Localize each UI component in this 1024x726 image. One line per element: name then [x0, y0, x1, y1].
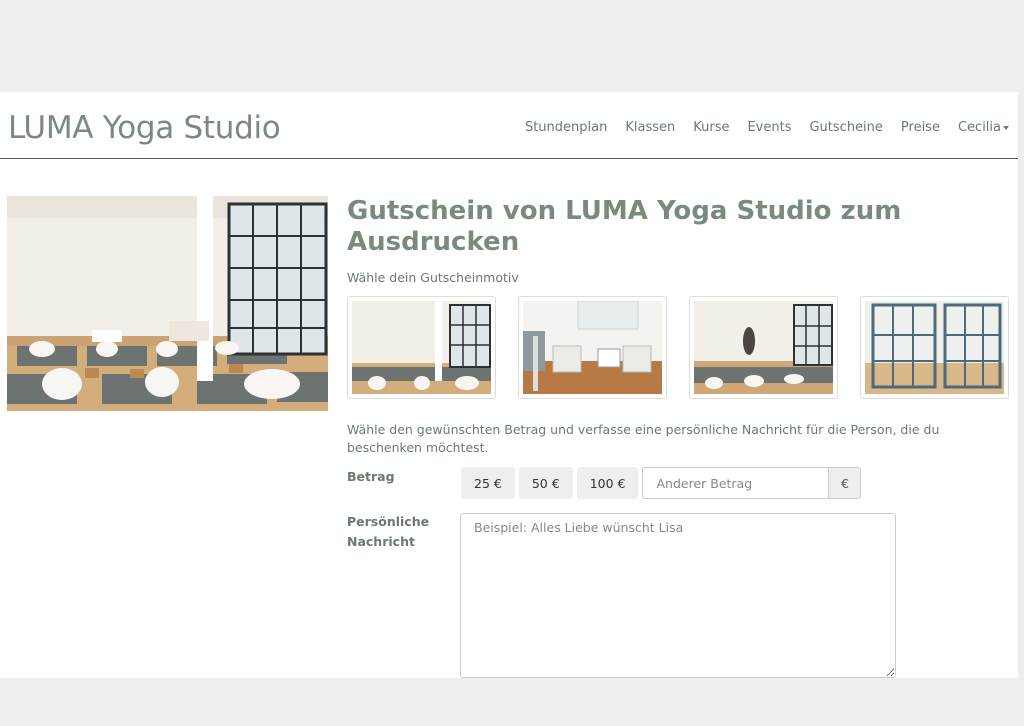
voucher-description: Wähle den gewünschten Betrag und verfass… — [347, 422, 940, 455]
other-amount-input[interactable] — [642, 467, 829, 499]
caret-down-icon — [1003, 125, 1009, 130]
navbar: LUMA Yoga Studio Stundenplan Klassen Kur… — [0, 92, 1018, 159]
motif-thumb-1[interactable] — [347, 296, 496, 399]
motif-thumb-3[interactable] — [689, 296, 838, 399]
message-label-line2: Nachricht — [347, 534, 415, 549]
motif-thumbnails — [347, 296, 1009, 399]
page-title: Gutschein von LUMA Yoga Studio zum Ausdr… — [347, 196, 902, 257]
motif-thumb-2[interactable] — [518, 296, 667, 399]
amount-50-button[interactable]: 50 € — [518, 467, 573, 499]
user-name: Cecilia — [957, 120, 1001, 135]
nav-stundenplan[interactable]: Stundenplan — [525, 120, 607, 135]
amount-selector: 25 € 50 € 100 € € — [461, 467, 862, 499]
amount-label: Betrag — [347, 469, 395, 484]
nav-kurse[interactable]: Kurse — [693, 120, 729, 135]
motif-subtitle: Wähle dein Gutscheinmotiv — [347, 270, 519, 285]
amount-25-button[interactable]: 25 € — [461, 467, 515, 499]
motif-thumb-4[interactable] — [860, 296, 1009, 399]
message-label: Persönliche Nachricht — [347, 512, 429, 552]
message-label-line1: Persönliche — [347, 514, 430, 529]
nav-preise[interactable]: Preise — [901, 120, 940, 135]
personal-message-textarea[interactable] — [460, 513, 896, 678]
brand-logo[interactable]: LUMA Yoga Studio — [8, 110, 281, 146]
amount-100-button[interactable]: 100 € — [576, 467, 639, 499]
studio-photo — [7, 196, 328, 411]
main-nav: Stundenplan Klassen Kurse Events Gutsche… — [525, 120, 1009, 135]
user-menu[interactable]: Cecilia — [958, 120, 1009, 135]
nav-klassen[interactable]: Klassen — [625, 120, 675, 135]
nav-events[interactable]: Events — [747, 120, 791, 135]
nav-gutscheine[interactable]: Gutscheine — [809, 120, 882, 135]
page: LUMA Yoga Studio Stundenplan Klassen Kur… — [0, 92, 1018, 678]
currency-addon: € — [828, 467, 862, 499]
